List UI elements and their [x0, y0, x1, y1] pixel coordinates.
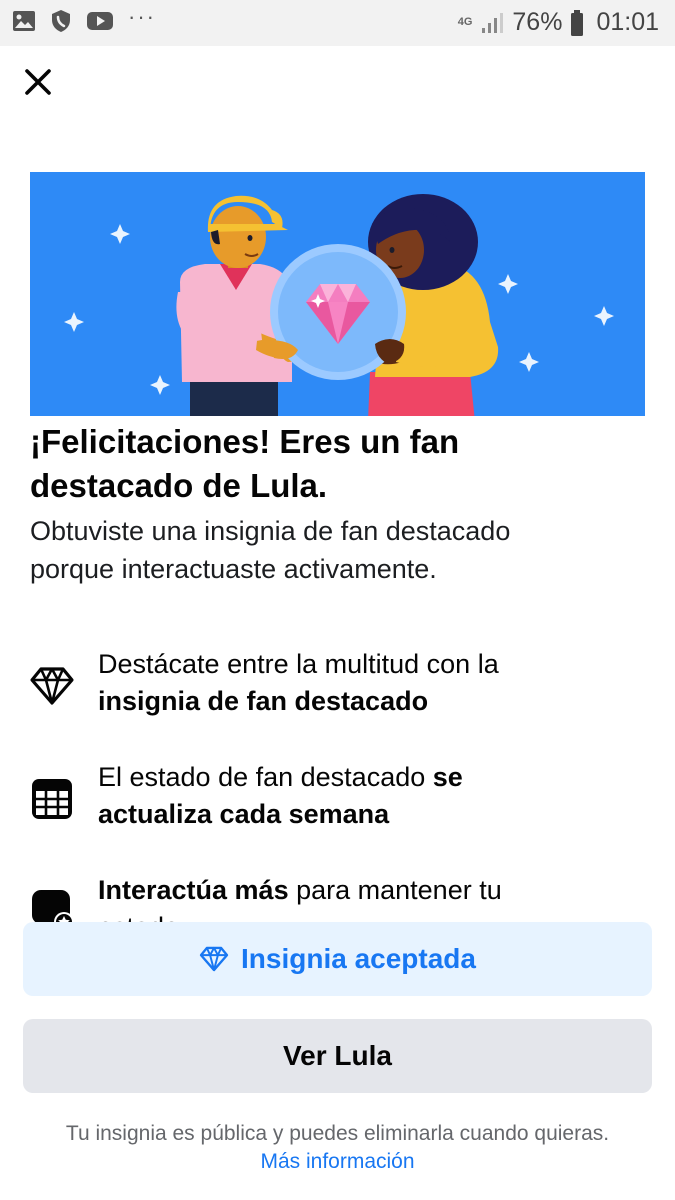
feature-line-bold: Interactúa más [98, 875, 289, 905]
feature-line: estado [98, 909, 658, 922]
feature-line: Destácate entre la multitud con la [98, 649, 499, 679]
gallery-icon [13, 11, 35, 31]
feature-line-bold: insignia de fan destacado [98, 686, 429, 716]
feature-text: El estado de fan destacado se actualiza … [98, 759, 658, 833]
network-type: 4G [457, 16, 473, 28]
page-subtitle: Obtuviste una insignia de fan destacado … [30, 512, 640, 588]
feature-line: para mantener tu [288, 875, 502, 905]
page-subtitle-line-2: porque interactuaste activamente. [30, 554, 437, 584]
page-title-line-2: destacado de Lula. [30, 467, 328, 504]
feature-line-bold: se [432, 762, 463, 792]
feature-text: Interactúa más para mantener tu estado [98, 872, 658, 922]
close-button[interactable] [18, 62, 58, 102]
diamond-icon [28, 662, 76, 710]
page-subtitle-line-1: Obtuviste una insignia de fan destacado [30, 516, 511, 546]
page-title: ¡Felicitaciones! Eres un fan destacado d… [30, 420, 630, 508]
feature-line-bold: actualiza cada semana [98, 799, 390, 829]
learn-more-link[interactable]: Más información [0, 1148, 675, 1176]
chat-star-icon [28, 886, 76, 922]
badge-accepted-label: Insignia aceptada [241, 943, 476, 974]
shield-icon [52, 10, 70, 32]
battery-percent: 76% [512, 8, 563, 36]
clock: 01:01 [596, 8, 659, 36]
view-page-button[interactable]: Ver Lula [23, 1019, 652, 1093]
footer-note: Tu insignia es pública y puedes eliminar… [65, 1122, 610, 1145]
calendar-icon [28, 775, 76, 823]
close-icon [25, 69, 51, 95]
badge-accepted-button[interactable]: Insignia aceptada [23, 922, 652, 996]
more-notifications-icon: ··· [128, 4, 156, 29]
youtube-icon [87, 12, 113, 30]
feature-text: Destácate entre la multitud con la insig… [98, 646, 658, 720]
view-page-label: Ver Lula [283, 1040, 392, 1071]
page-title-line-1: ¡Felicitaciones! Eres un fan [30, 423, 460, 460]
feature-line: El estado de fan destacado [98, 762, 433, 792]
battery-icon [571, 9, 584, 36]
hero-illustration [30, 172, 645, 416]
diamond-icon [199, 946, 229, 972]
signal-icon [482, 12, 504, 33]
feature-list: Destácate entre la multitud con la insig… [0, 640, 675, 922]
status-bar: ··· 4G 76% 01:01 [0, 0, 675, 46]
